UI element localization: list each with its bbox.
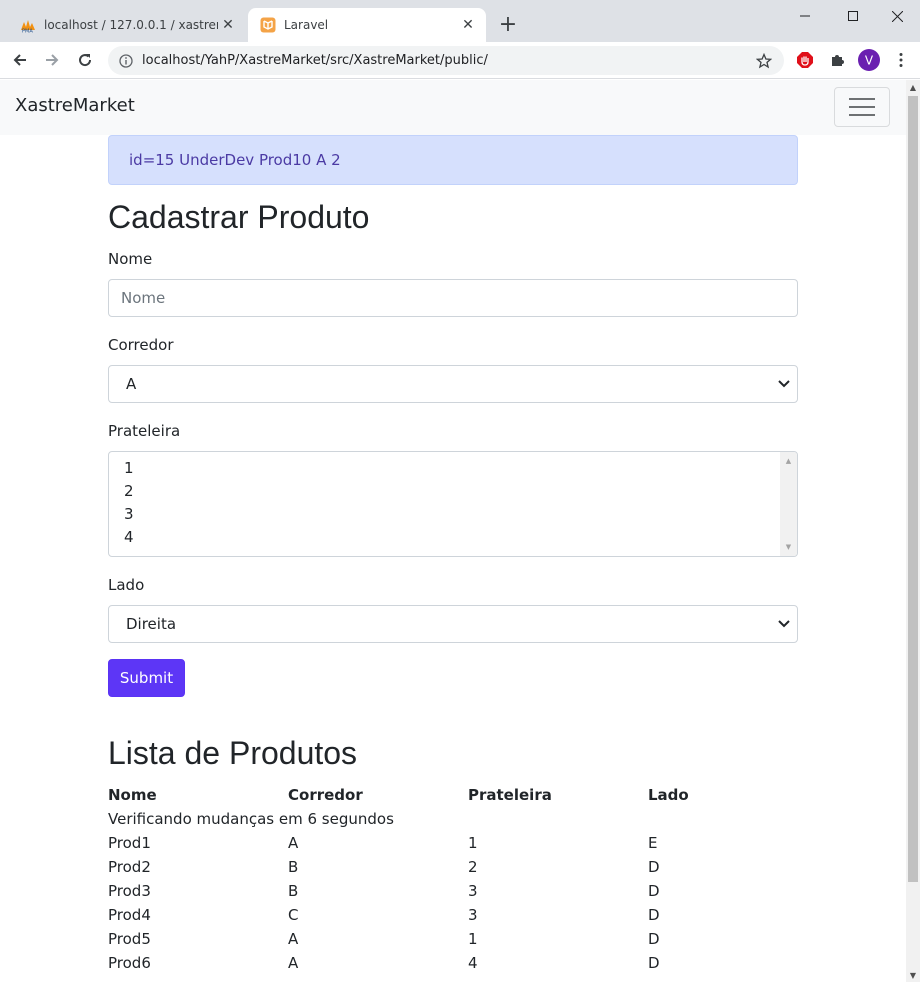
lado-selected-value: Direita (126, 615, 177, 633)
chevron-down-icon (775, 620, 793, 628)
cell-corredor: A (288, 930, 299, 948)
cell-prateleira: 3 (468, 882, 478, 900)
corredor-selected-value: A (126, 375, 137, 393)
corredor-select[interactable]: A (108, 365, 798, 403)
table-row: Prod3 B 3 D (108, 879, 828, 903)
info-icon[interactable] (118, 53, 134, 69)
form-title: Cadastrar Produto (108, 199, 370, 235)
cell-lado: D (648, 954, 660, 972)
status-row: Verificando mudanças em 6 segundos (108, 807, 828, 831)
table-row: Prod2 B 2 D (108, 855, 828, 879)
cell-nome: Prod4 (108, 906, 151, 924)
cell-nome: Prod2 (108, 858, 151, 876)
nome-placeholder: Nome (121, 289, 166, 307)
cell-prateleira: 4 (468, 954, 478, 972)
page-scrollbar[interactable]: ▲ ▼ (906, 80, 920, 982)
cell-nome: Prod3 (108, 882, 151, 900)
close-icon[interactable]: ✕ (458, 15, 478, 35)
table-row: Prod6 A 4 D (108, 951, 828, 975)
bookmark-star-icon[interactable] (752, 49, 776, 73)
nome-label: Nome (108, 250, 153, 268)
status-alert: id=15 UnderDev Prod10 A 2 (108, 135, 798, 185)
svg-text:PMA: PMA (22, 29, 33, 34)
page-viewport: XastreMarket id=15 UnderDev Prod10 A 2 C… (0, 80, 906, 982)
cell-lado: D (648, 930, 660, 948)
url-text: localhost/YahP/XastreMarket/src/XastreMa… (142, 53, 488, 68)
scroll-down-icon[interactable]: ▼ (780, 540, 797, 554)
corredor-label: Corredor (108, 336, 174, 354)
table-row: Prod5 A 1 D (108, 927, 828, 951)
cell-corredor: A (288, 954, 299, 972)
tab-title: localhost / 127.0.0.1 / xastremarket (44, 18, 218, 32)
tab-title: Laravel (284, 18, 329, 32)
products-table: Nome Corredor Prateleira Lado Verificand… (108, 783, 828, 975)
cell-nome: Prod6 (108, 954, 151, 972)
cell-prateleira: 1 (468, 834, 478, 852)
table-row: Prod1 A 1 E (108, 831, 828, 855)
minimize-icon[interactable] (782, 0, 828, 32)
prateleira-option[interactable]: 3 (109, 503, 797, 526)
lado-label: Lado (108, 576, 145, 594)
list-title: Lista de Produtos (108, 735, 358, 771)
cell-lado: D (648, 882, 660, 900)
address-bar[interactable]: localhost/YahP/XastreMarket/src/XastreMa… (108, 46, 784, 75)
cell-lado: D (648, 906, 660, 924)
hamburger-icon (849, 98, 875, 116)
table-header-row: Nome Corredor Prateleira Lado (108, 783, 828, 807)
column-header: Prateleira (468, 786, 552, 804)
listbox-scrollbar[interactable]: ▲ ▼ (780, 452, 797, 556)
cell-corredor: A (288, 834, 299, 852)
browser-toolbar: localhost/YahP/XastreMarket/src/XastreMa… (0, 42, 920, 79)
cell-prateleira: 3 (468, 906, 478, 924)
cell-prateleira: 2 (468, 858, 478, 876)
prateleira-option[interactable]: 1 (109, 457, 797, 480)
scroll-up-icon[interactable]: ▲ (780, 454, 797, 468)
close-icon[interactable]: ✕ (218, 15, 238, 35)
prateleira-option[interactable]: 4 (109, 526, 797, 549)
table-row: Prod4 C 3 D (108, 903, 828, 927)
lado-select[interactable]: Direita (108, 605, 798, 643)
cell-prateleira: 1 (468, 930, 478, 948)
scrollbar-thumb[interactable] (908, 96, 918, 882)
forward-icon[interactable] (38, 46, 66, 74)
column-header: Nome (108, 786, 157, 804)
back-icon[interactable] (6, 46, 34, 74)
adblock-icon[interactable] (793, 48, 817, 72)
navbar-toggler-button[interactable] (834, 87, 890, 127)
window-close-icon[interactable] (874, 0, 920, 32)
cell-corredor: B (288, 882, 299, 900)
cell-lado: D (648, 858, 660, 876)
profile-initial: V (865, 54, 874, 68)
menu-kebab-icon[interactable] (889, 48, 913, 72)
scroll-up-icon[interactable]: ▲ (906, 80, 920, 94)
profile-avatar[interactable]: V (857, 48, 881, 72)
submit-button[interactable]: Submit (108, 659, 185, 697)
column-header: Corredor (288, 786, 363, 804)
cell-nome: Prod5 (108, 930, 151, 948)
chevron-down-icon (775, 380, 793, 388)
navbar-brand[interactable]: XastreMarket (15, 95, 135, 116)
tab-laravel[interactable]: Laravel ✕ (248, 8, 486, 42)
maximize-icon[interactable] (830, 0, 876, 32)
prateleira-listbox[interactable]: 1 2 3 4 ▲ ▼ (108, 451, 798, 557)
prateleira-option[interactable]: 2 (109, 480, 797, 503)
phpmyadmin-icon: PMA (20, 17, 36, 33)
tab-strip: PMA localhost / 127.0.0.1 / xastremarket… (0, 0, 920, 42)
laravel-icon (260, 17, 276, 33)
cell-nome: Prod1 (108, 834, 151, 852)
scroll-down-icon[interactable]: ▼ (906, 968, 920, 982)
nome-input[interactable]: Nome (108, 279, 798, 317)
cell-corredor: B (288, 858, 299, 876)
cell-lado: E (648, 834, 658, 852)
tab-phpmyadmin[interactable]: PMA localhost / 127.0.0.1 / xastremarket… (8, 8, 246, 42)
cell-corredor: C (288, 906, 299, 924)
navbar: XastreMarket (0, 80, 906, 135)
column-header: Lado (648, 786, 689, 804)
prateleira-label: Prateleira (108, 422, 181, 440)
refresh-status-text: Verificando mudanças em 6 segundos (108, 810, 394, 828)
extensions-puzzle-icon[interactable] (825, 48, 849, 72)
reload-icon[interactable] (71, 46, 99, 74)
new-tab-icon[interactable]: + (496, 12, 520, 37)
